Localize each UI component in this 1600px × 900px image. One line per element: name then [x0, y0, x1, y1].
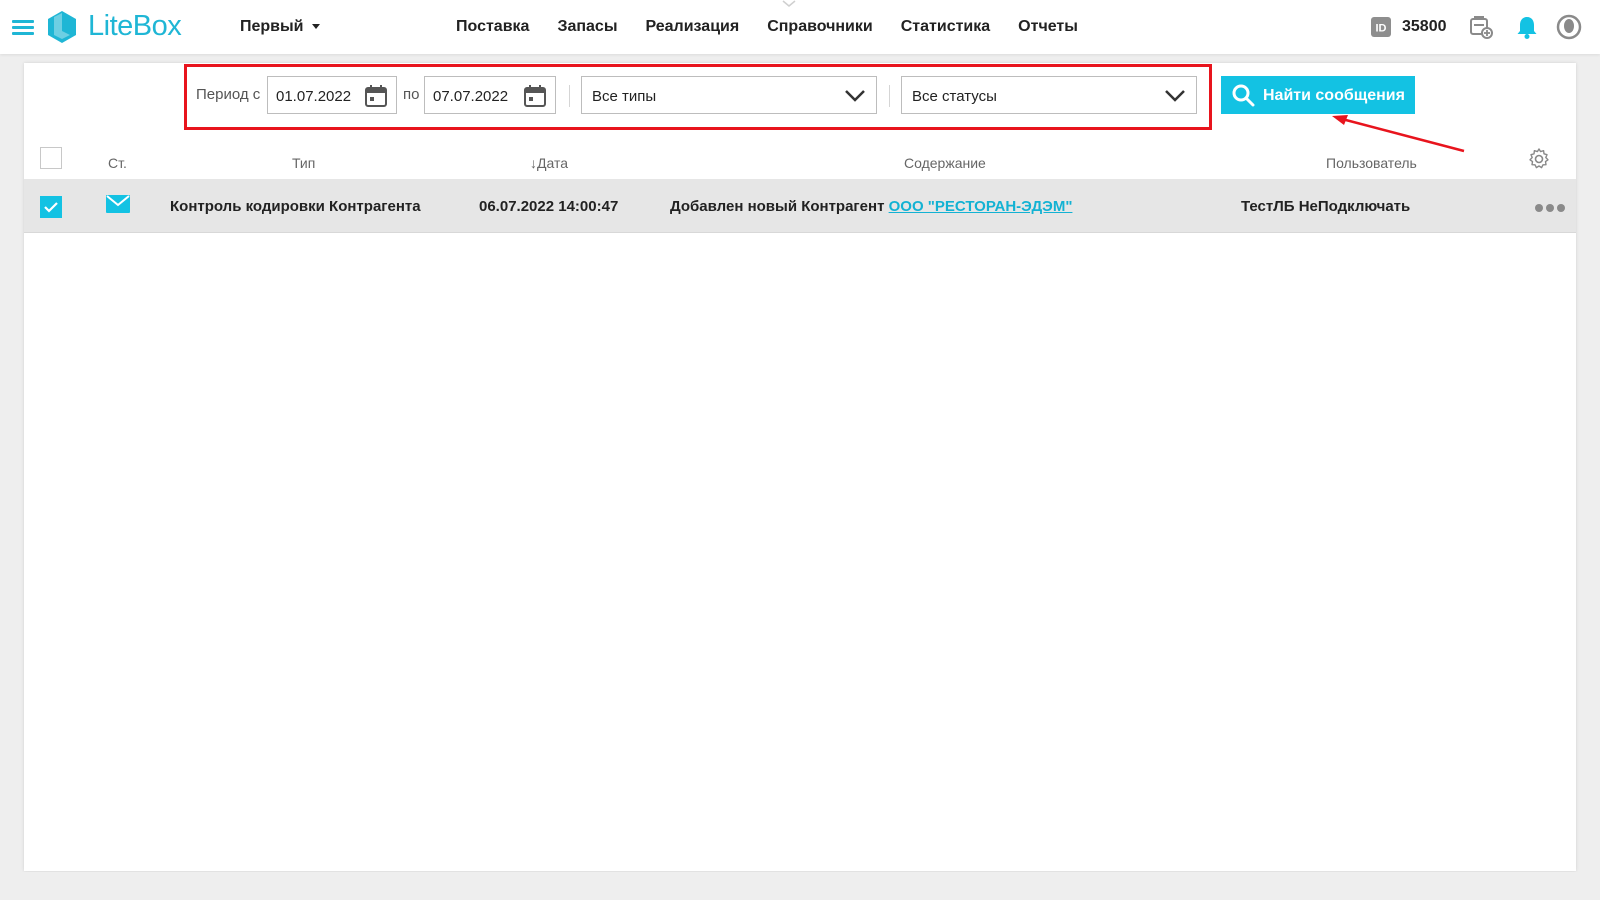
find-messages-button[interactable]: Найти сообщения: [1221, 76, 1415, 114]
caret-down-icon: [311, 24, 320, 30]
filter-divider: [889, 85, 890, 107]
column-status[interactable]: Ст.: [108, 155, 127, 171]
user-icon[interactable]: [1556, 14, 1582, 40]
collapse-chevron-icon[interactable]: [782, 0, 796, 8]
account-id: 35800: [1402, 18, 1447, 35]
column-date-label: Дата: [537, 155, 569, 171]
calendar-icon[interactable]: [523, 84, 547, 108]
nav-statistics[interactable]: Статистика: [901, 18, 990, 36]
store-selector[interactable]: Первый: [240, 18, 320, 36]
row-date: 06.07.2022 14:00:47: [479, 198, 619, 215]
date-to-field[interactable]: 07.07.2022: [424, 76, 556, 114]
nav-supply[interactable]: Поставка: [456, 18, 529, 36]
column-content[interactable]: Содержание: [904, 155, 986, 171]
messages-panel: Период с 01.07.2022 по 07.07.2022 Все ти…: [24, 63, 1576, 871]
date-from-value: 01.07.2022: [276, 88, 352, 105]
litebox-logo-icon[interactable]: [44, 9, 80, 45]
more-dots-icon[interactable]: [1535, 199, 1569, 212]
row-content: Добавлен новый Контрагент ООО "РЕСТОРАН-…: [670, 198, 1072, 215]
nav-reports[interactable]: Отчеты: [1018, 18, 1078, 36]
filter-divider: [569, 85, 570, 107]
chevron-down-icon: [845, 90, 865, 102]
column-date[interactable]: ↓Дата: [530, 155, 568, 171]
date-from-field[interactable]: 01.07.2022: [267, 76, 397, 114]
logo-text[interactable]: LiteBox: [88, 10, 182, 43]
main-nav: Поставка Запасы Реализация Справочники С…: [456, 18, 1078, 36]
period-to-label: по: [403, 86, 420, 103]
period-from-label: Период с: [196, 86, 261, 103]
date-to-value: 07.07.2022: [433, 88, 509, 105]
counterparty-link[interactable]: ООО "РЕСТОРАН-ЭДЭМ": [889, 198, 1073, 215]
row-checkbox[interactable]: [40, 196, 62, 218]
row-content-text: Добавлен новый Контрагент: [670, 198, 885, 215]
status-select-value: Все статусы: [912, 88, 997, 105]
type-select-value: Все типы: [592, 88, 657, 105]
search-icon: [1232, 84, 1255, 107]
select-all-checkbox[interactable]: [40, 147, 62, 169]
id-badge-label: ID: [1376, 23, 1387, 35]
check-icon: [44, 202, 58, 213]
bell-icon[interactable]: [1514, 14, 1540, 40]
top-bar: LiteBox Первый Поставка Запасы Реализаци…: [0, 0, 1600, 54]
envelope-icon: [106, 195, 130, 213]
type-select[interactable]: Все типы: [581, 76, 877, 114]
find-messages-label: Найти сообщения: [1263, 87, 1405, 104]
annotation-arrow: [1332, 115, 1465, 153]
id-card-icon: ID: [1371, 17, 1391, 37]
row-type: Контроль кодировки Контрагента: [170, 198, 421, 215]
sort-arrow-down-icon: ↓: [530, 155, 537, 171]
register-add-icon[interactable]: [1468, 14, 1494, 40]
chevron-down-icon: [1165, 90, 1185, 102]
store-name: Первый: [240, 18, 304, 35]
column-user[interactable]: Пользователь: [1326, 155, 1417, 171]
nav-directories[interactable]: Справочники: [767, 18, 873, 36]
nav-stock[interactable]: Запасы: [557, 18, 617, 36]
page-footer-strip: [0, 872, 1600, 900]
table-row[interactable]: Контроль кодировки Контрагента 06.07.202…: [24, 179, 1576, 233]
calendar-icon[interactable]: [364, 84, 388, 108]
column-type[interactable]: Тип: [292, 155, 315, 171]
status-select[interactable]: Все статусы: [901, 76, 1197, 114]
row-user: ТестЛБ НеПодключать: [1241, 198, 1411, 215]
nav-sales[interactable]: Реализация: [645, 18, 739, 36]
hamburger-icon[interactable]: [12, 20, 34, 36]
gear-icon[interactable]: [1527, 147, 1551, 171]
